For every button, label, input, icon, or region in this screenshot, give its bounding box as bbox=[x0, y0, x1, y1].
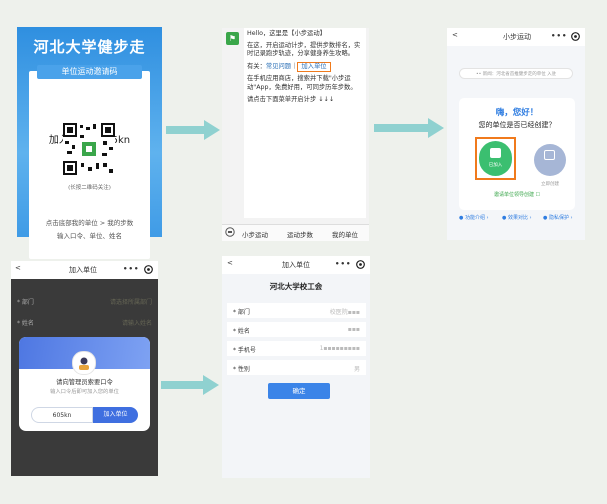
create-button[interactable]: 立即创建 bbox=[534, 144, 566, 187]
official-account-chat: ⚑ Hello，这里是【小步运动】 在这，开启运动计步，提供步数排名，实时记录跑… bbox=[222, 28, 369, 241]
joined-button[interactable]: 已加入 bbox=[479, 141, 512, 176]
chat-download: 在手机应用商店，搜索并下载"小步运动"App，免费好用，可同步历年步数。 bbox=[247, 75, 357, 91]
chat-menu-bar: 小步运动 运动步数 我的单位 bbox=[222, 224, 369, 241]
form-title: 加入单位 bbox=[282, 261, 310, 269]
name-field[interactable]: * 姓名 ▪▪▪ bbox=[227, 322, 366, 337]
organization-name: 河北大学校工会 bbox=[269, 282, 323, 291]
back-icon[interactable]: < bbox=[452, 31, 458, 39]
more-icon[interactable]: ••• bbox=[551, 32, 567, 40]
mini-program-home: < 小步运动 ••• •• 新闻：河北省首推健步走的单位 入驻 嗨，您好！ 您的… bbox=[447, 28, 585, 240]
home-title: 小步运动 bbox=[503, 33, 531, 41]
phone-field[interactable]: * 手机号 1▪▪▪▪▪▪▪▪▪ bbox=[227, 341, 366, 356]
qr-caption: (长按二维码关注) bbox=[68, 185, 111, 191]
poster-hint-1: 点击底部我的单位 > 我的步数 bbox=[45, 219, 134, 227]
dialog-title: 请向管理员索要口令 bbox=[56, 379, 113, 386]
home-header: < 小步运动 ••• bbox=[447, 28, 585, 46]
dialog-subtitle: 输入口令后即可加入您的单位 bbox=[50, 389, 119, 395]
poster-hint-2: 输入口令、单位、姓名 bbox=[57, 232, 122, 240]
chat-links: 有关：常见问题｜ 加入单位 bbox=[247, 61, 363, 73]
target-icon[interactable] bbox=[356, 260, 365, 271]
form-header: < 加入单位 ••• bbox=[222, 256, 370, 274]
unit-check-card: 嗨，您好！ 您的单位是否已经创建？ 已加入 立即创建 邀请单位领导创建 ☐ bbox=[459, 98, 575, 210]
unit-question: 您的单位是否已经创建？ bbox=[478, 121, 556, 129]
target-icon[interactable] bbox=[571, 32, 580, 43]
join-unit-dialog-screen: < 加入单位 ••• * 部门 请选择所属部门 * 姓名 请输入姓名 请向管理员… bbox=[11, 261, 158, 476]
building-icon bbox=[490, 148, 501, 158]
invite-poster: 河北大学健步走 加入口令：605kn (长按二维码关注) 点击底部我的单位 > … bbox=[17, 27, 162, 259]
admin-icon bbox=[72, 351, 96, 375]
gender-field[interactable]: * 性别 男 bbox=[227, 360, 366, 375]
join-unit-button[interactable]: 加入单位 bbox=[93, 407, 138, 423]
submit-button[interactable]: 确定 bbox=[268, 383, 330, 399]
arrow-right-icon bbox=[374, 118, 444, 138]
news-banner[interactable]: •• 新闻：河北省首推健步走的单位 入驻 bbox=[459, 68, 573, 79]
chat-intro: 在这，开启运动计步，提供步数排名，实时记录跑步轨迹，分享健身养生攻略。 bbox=[247, 41, 361, 58]
arrow-right-icon bbox=[166, 120, 220, 140]
name-row: * 姓名 请输入姓名 bbox=[17, 320, 152, 327]
footer-link-compare[interactable]: ● 效果对比 › bbox=[502, 214, 532, 221]
invite-leader-link[interactable]: 邀请单位领导创建 ☐ bbox=[459, 191, 575, 198]
join-title: 加入单位 bbox=[69, 266, 97, 274]
menu-item-xiaobu[interactable]: 小步运动 bbox=[242, 229, 268, 239]
dept-row: * 部门 请选择所属部门 bbox=[17, 299, 152, 306]
footer-link-features[interactable]: ● 功能介绍 › bbox=[459, 214, 489, 221]
walker-icon: ⚑ bbox=[226, 32, 239, 45]
menu-item-steps[interactable]: 运动步数 bbox=[287, 229, 313, 239]
dept-field[interactable]: * 部门 校医院▪▪▪ bbox=[227, 303, 366, 318]
join-unit-link[interactable]: 加入单位 bbox=[297, 61, 331, 73]
poster-ribbon: 单位运动邀请码 bbox=[37, 65, 142, 79]
arrow-right-icon bbox=[161, 375, 219, 395]
join-header: < 加入单位 ••• bbox=[11, 261, 158, 279]
chat-message: Hello，这里是【小步运动】 在这，开启运动计步，提供步数排名，实时记录跑步轨… bbox=[244, 28, 366, 218]
faq-link[interactable]: 常见问题 bbox=[266, 63, 291, 70]
edit-icon bbox=[544, 150, 555, 160]
greeting: 嗨，您好！ bbox=[495, 108, 539, 118]
more-icon[interactable]: ••• bbox=[335, 260, 351, 268]
chat-greeting: Hello，这里是【小步运动】 bbox=[247, 30, 326, 37]
qr-code[interactable] bbox=[63, 123, 115, 175]
more-icon[interactable]: ••• bbox=[123, 265, 139, 273]
code-dialog: 请向管理员索要口令 输入口令后即可加入您的单位 605kn 加入单位 bbox=[19, 337, 150, 431]
footer-link-privacy[interactable]: ● 隐私保护 › bbox=[543, 214, 573, 221]
chat-menu-hint: 请点击下面菜单开启计步 ↓↓↓ bbox=[247, 95, 335, 103]
join-code-input[interactable]: 605kn bbox=[31, 407, 93, 423]
join-unit-form-screen: < 加入单位 ••• 河北大学校工会 * 部门 校医院▪▪▪ * 姓名 ▪▪▪ … bbox=[222, 256, 370, 478]
target-icon[interactable] bbox=[144, 265, 153, 276]
poster-title: 河北大学健步走 bbox=[33, 38, 146, 56]
poster-card: 加入口令：605kn (长按二维码关注) 点击底部我的单位 > 我的步数 输入口… bbox=[29, 71, 150, 259]
keyboard-icon[interactable] bbox=[225, 227, 235, 239]
back-icon[interactable]: < bbox=[15, 264, 21, 272]
menu-item-my-unit[interactable]: 我的单位 bbox=[332, 229, 358, 239]
back-icon[interactable]: < bbox=[227, 259, 233, 267]
